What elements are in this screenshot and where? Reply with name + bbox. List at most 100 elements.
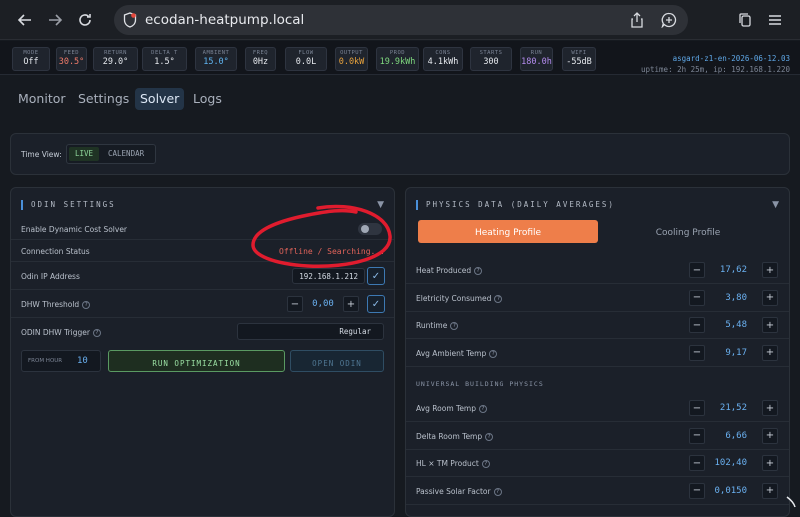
dhw-threshold-value[interactable]: 0,00 [308,299,338,309]
odin-settings-title: ODIN SETTINGS [21,200,116,210]
physics-row-value[interactable]: 102,40 [711,458,747,468]
stat-label: WIFI [571,50,587,56]
stat-value: 4.1kWh [427,57,459,67]
physics-row-label: Runtime? [416,321,459,330]
physics-row: Runtime? −5,48 + [406,312,789,339]
uptime-text: uptime: 2h 25m, ip: 192.168.1.220 [640,65,790,74]
stat-feed: FEED 30.5° [56,47,87,71]
odin-ip-label: Odin IP Address [21,272,80,281]
shield-icon[interactable] [123,12,137,32]
tabs-overview-icon[interactable] [734,9,756,31]
physics-row-label: HL × TM Product? [416,459,490,468]
time-view-card: Time View: LIVE CALENDAR [10,133,790,175]
stat-label: FREQ [252,50,269,56]
dhw-trigger-select[interactable]: Regular [237,323,384,340]
assistant-chat-icon[interactable] [661,12,677,32]
increment-button[interactable]: + [762,262,778,278]
time-view-calendar[interactable]: CALENDAR [108,147,144,161]
help-icon[interactable]: ? [494,294,503,303]
time-view-label: Time View: [21,150,62,159]
help-icon[interactable]: ? [489,349,498,358]
stat-value: 1.5° [154,57,175,67]
decrement-button[interactable]: − [689,482,705,499]
increment-button[interactable]: + [762,455,778,471]
physics-row-label: Avg Room Temp? [416,404,488,413]
tab-settings[interactable]: Settings [73,88,134,110]
decrement-button[interactable]: − [689,427,705,444]
stat-value: 180.0h [521,57,552,67]
physics-row-value[interactable]: 17,62 [711,265,747,275]
stat-label: STARTS [479,50,503,56]
physics-data-title: PHYSICS DATA (DAILY AVERAGES) [416,200,615,210]
decrement-button[interactable]: − [689,289,705,306]
increment-button[interactable]: + [762,482,778,499]
dhw-trigger-row: ODIN DHW Trigger? Regular [11,318,394,346]
system-info: asgard-z1-en-2026-06-12.03 uptime: 2h 25… [641,53,790,75]
run-optimization-button[interactable]: RUN OPTIMIZATION [108,350,285,372]
physics-row: Heat Produced? −17,62 + [406,257,789,284]
physics-row-label: Avg Ambient Temp? [416,349,498,358]
decrement-button[interactable]: − [689,455,705,471]
dhw-increment-button[interactable]: + [343,296,359,312]
collapse-caret-icon[interactable]: ▼ [772,200,779,210]
tab-logs[interactable]: Logs [188,88,227,110]
help-icon[interactable]: ? [493,487,502,496]
physics-row-value[interactable]: 21,52 [711,403,747,413]
dhw-confirm-icon[interactable]: ✓ [367,295,385,313]
stat-label: MODE [23,50,39,56]
share-icon[interactable] [630,12,644,32]
physics-row: Eletricity Consumed? −3,80 + [406,285,789,312]
stat-flow: FLOW 0.0L [285,47,327,71]
physics-row-value[interactable]: 5,48 [711,320,747,330]
stat-output: OUTPUT 0.0kW [335,47,368,71]
forward-icon[interactable] [44,9,66,31]
tab-monitor[interactable]: Monitor [13,88,71,110]
help-icon: ? [92,329,101,337]
stat-value: 30.5° [58,57,85,67]
stat-cons: CONS 4.1kWh [423,47,463,71]
back-icon[interactable] [14,9,36,31]
physics-row-value[interactable]: 3,80 [711,293,747,303]
increment-button[interactable]: + [762,400,778,416]
stat-value: 300 [483,57,499,67]
dhw-trigger-label: ODIN DHW Trigger? [21,328,101,337]
menu-icon[interactable] [764,9,786,31]
open-odin-button[interactable]: OPEN ODIN [290,350,384,372]
stat-label: DELTA T [151,50,178,56]
heating-profile-tab[interactable]: Heating Profile [418,220,598,243]
address-bar[interactable]: ecodan-heatpump.local [114,5,688,35]
browser-toolbar: ecodan-heatpump.local [0,0,800,40]
url-text: ecodan-heatpump.local [145,12,305,28]
reload-icon[interactable] [74,9,96,31]
main-tabs: Monitor Settings Solver Logs [0,76,800,121]
stat-delta-t: DELTA T 1.5° [142,47,187,71]
dhw-decrement-button[interactable]: − [287,296,303,312]
help-icon[interactable]: ? [474,267,483,275]
increment-button[interactable]: + [762,317,778,333]
cooling-profile-tab[interactable]: Cooling Profile [598,220,778,243]
dhw-threshold-label: DHW Threshold? [21,300,91,309]
from-hour-input[interactable]: FROM HOUR 10 [21,350,101,372]
physics-row-value[interactable]: 0,0150 [711,486,747,496]
increment-button[interactable]: + [762,289,778,306]
tab-solver[interactable]: Solver [135,88,185,110]
decrement-button[interactable]: − [689,317,705,333]
increment-button[interactable]: + [762,427,778,444]
physics-row: Delta Room Temp? −6,66 + [406,423,789,450]
physics-row-value[interactable]: 6,66 [711,431,747,441]
help-icon[interactable]: ? [450,322,459,330]
decrement-button[interactable]: − [689,400,705,416]
stat-label: RETURN [104,50,127,56]
time-view-live[interactable]: LIVE [69,147,100,161]
decrement-button[interactable]: − [689,344,705,361]
increment-button[interactable]: + [762,344,778,361]
help-icon[interactable]: ? [479,405,488,413]
physics-row-value[interactable]: 9,17 [711,348,747,358]
help-icon[interactable]: ? [485,432,494,441]
physics-row-label: Passive Solar Factor? [416,487,502,496]
physics-row-label: Heat Produced? [416,266,483,275]
decrement-button[interactable]: − [689,262,705,278]
help-icon[interactable]: ? [481,460,490,468]
time-view-toggle: LIVE CALENDAR [66,144,156,164]
resize-cursor-icon [786,496,796,508]
